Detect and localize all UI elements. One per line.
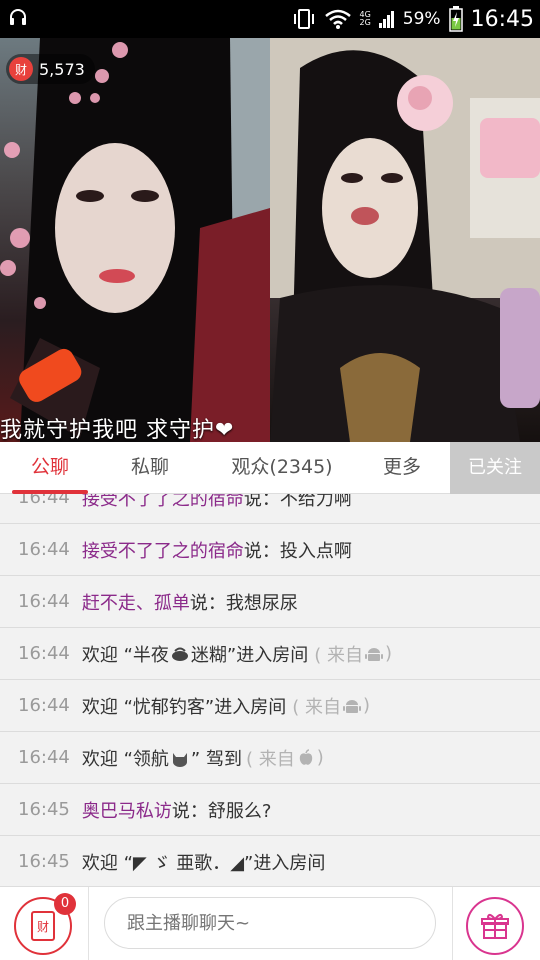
- chat-row: 16:44 接受不了了之的宿命 说：投入点啊: [0, 524, 540, 576]
- tab-bar: 公聊 私聊 观众(2345) 更多 已关注: [0, 442, 540, 494]
- source-label: ( 来自: [314, 644, 363, 666]
- followed-button[interactable]: 已关注: [450, 442, 540, 494]
- signal-icon: [378, 11, 394, 28]
- chat-username[interactable]: 赶不走、孤单: [82, 589, 190, 615]
- chat-text: 说：舒服么?: [171, 800, 272, 822]
- tab-audience[interactable]: 观众(2345): [212, 442, 352, 494]
- chat-row: 16:44 欢迎 “领航 ” 驾到 ( 来自 ): [0, 732, 540, 784]
- network-indicator: 4G 2G: [360, 11, 371, 27]
- network-2g-label: 2G: [359, 18, 371, 27]
- wealth-bag-button[interactable]: 财 0: [14, 893, 76, 955]
- chat-row: 16:44 赶不走、孤单 说：我想尿尿: [0, 576, 540, 628]
- chat-time: 16:44: [18, 643, 70, 664]
- android-icon: [365, 647, 383, 661]
- cat-emoji-icon: [172, 752, 187, 767]
- source-label: ( 来自: [245, 748, 295, 770]
- tab-private-chat[interactable]: 私聊: [112, 442, 188, 494]
- gift-icon: [481, 913, 509, 939]
- video-caption: 我就守护我吧 求守护❤: [0, 418, 235, 442]
- status-bar: 4G 2G 59% 16:45: [0, 0, 540, 38]
- apple-icon: [299, 748, 312, 765]
- bottom-bar: 财 0: [0, 886, 540, 960]
- divider: [88, 887, 89, 960]
- welcome-text: 欢迎 “忧郁钓客”进入房间: [81, 696, 287, 718]
- chat-time: 16:45: [18, 799, 70, 820]
- tab-more[interactable]: 更多: [364, 442, 440, 494]
- host-left-image: [0, 38, 270, 442]
- chat-row: 16:44 欢迎 “忧郁钓客”进入房间 ( 来自 ): [0, 680, 540, 732]
- chat-row: 16:45 欢迎 “◤ ゞ 亜歌．◢”进入房间: [0, 836, 540, 886]
- vibrate-icon: [293, 9, 314, 29]
- tab-public-chat[interactable]: 公聊: [12, 442, 88, 494]
- source-label-end: ): [385, 643, 393, 664]
- welcome-text: 欢迎 “◤ ゞ 亜歌．◢”进入房间: [81, 852, 326, 874]
- source-label-end: ): [363, 695, 371, 716]
- chat-text: 说：投入点啊: [243, 540, 352, 562]
- coin-badge[interactable]: 财 5,573: [6, 54, 95, 84]
- live-video[interactable]: 财 5,573 我就守护我吧 求守护❤: [0, 38, 540, 442]
- source-label: ( 来自: [292, 696, 341, 718]
- chat-time: 16:44: [18, 591, 70, 612]
- wealth-bag-icon: 财: [31, 911, 55, 941]
- welcome-text-end: ” 驾到: [190, 748, 242, 770]
- chat-list[interactable]: 16:44 接受不了了之的宿命 说：不给力啊 16:44 接受不了了之的宿命 说…: [0, 494, 540, 886]
- host-right-image: [270, 38, 540, 442]
- coin-count: 5,573: [39, 59, 85, 79]
- chat-row: 16:44 欢迎 “半夜 迷糊”进入房间 ( 来自 ): [0, 628, 540, 680]
- chat-username[interactable]: 接受不了了之的宿命: [82, 494, 244, 511]
- battery-percent: 59%: [402, 9, 441, 29]
- chat-username[interactable]: 奥巴马私访: [82, 797, 172, 823]
- chat-row: 16:45 奥巴马私访 说：舒服么?: [0, 784, 540, 836]
- chat-input[interactable]: [104, 897, 436, 949]
- welcome-text-end: 迷糊”进入房间: [190, 644, 309, 666]
- chat-text: 说：不给力啊: [243, 494, 352, 510]
- headset-icon: [10, 9, 26, 25]
- gift-button[interactable]: [466, 897, 524, 955]
- chat-time: 16:44: [18, 747, 70, 768]
- android-icon: [343, 699, 361, 713]
- wifi-icon: [324, 9, 351, 29]
- battery-icon: [448, 6, 463, 32]
- host-camera-right[interactable]: [270, 38, 540, 442]
- chat-username[interactable]: 接受不了了之的宿命: [82, 537, 244, 563]
- chat-time: 16:44: [18, 494, 70, 508]
- host-camera-left[interactable]: 财 5,573: [0, 38, 270, 442]
- chat-time: 16:45: [18, 851, 70, 872]
- notification-badge: 0: [54, 893, 76, 915]
- tab-public-label: 公聊: [30, 456, 69, 478]
- chat-row: 16:44 接受不了了之的宿命 说：不给力啊: [0, 494, 540, 524]
- coin-icon: 财: [9, 57, 33, 81]
- chat-text: 说：我想尿尿: [189, 592, 298, 614]
- divider: [452, 887, 453, 960]
- clock: 16:45: [470, 6, 534, 32]
- welcome-text: 欢迎 “领航: [81, 748, 169, 770]
- chat-time: 16:44: [18, 695, 70, 716]
- source-label-end: ): [316, 747, 324, 768]
- emoji-icon: [171, 647, 188, 661]
- chat-time: 16:44: [18, 539, 70, 560]
- welcome-text: 欢迎 “半夜: [81, 644, 169, 666]
